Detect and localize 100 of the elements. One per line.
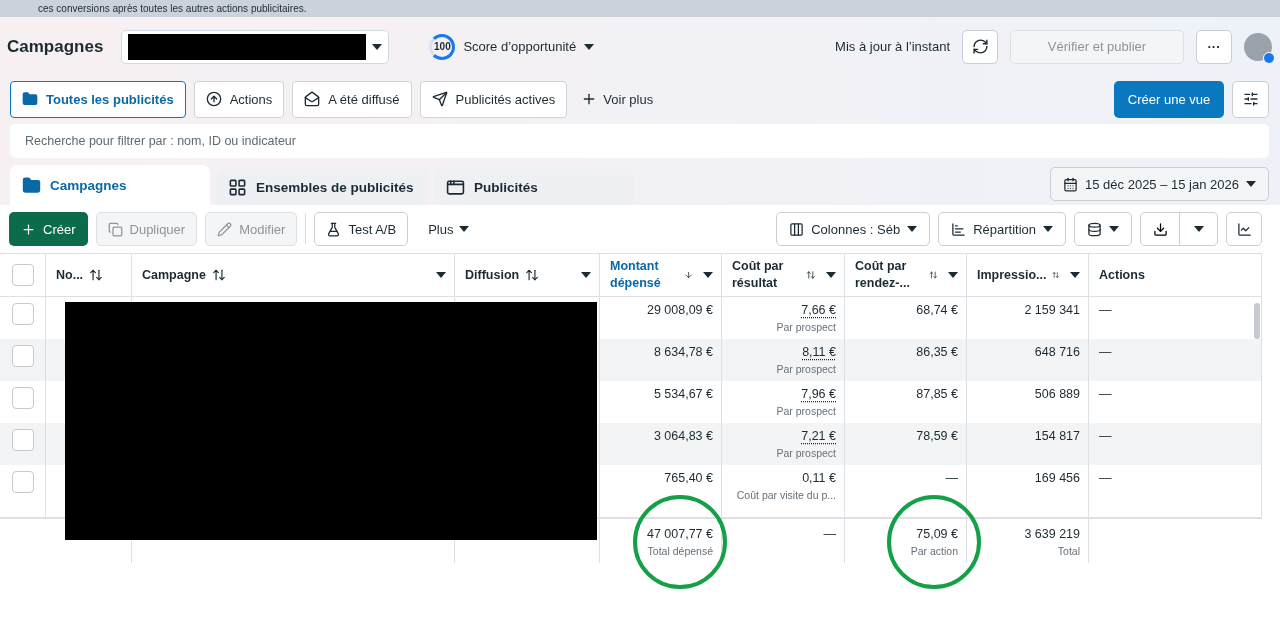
caret-icon <box>907 226 918 232</box>
cell-note: Par prospect <box>776 405 836 417</box>
opportunity-score-button[interactable]: 100 Score d’opportunité <box>423 32 601 61</box>
update-status: Mis à jour à l’instant <box>835 39 950 54</box>
date-range-button[interactable]: 15 déc 2025 – 15 jan 2026 <box>1050 167 1269 201</box>
sort-icon <box>211 268 226 282</box>
sort-icon <box>929 268 938 282</box>
total-cell: 75,09 € <box>916 527 958 541</box>
sort-icon <box>525 268 540 282</box>
table-cell: — <box>945 471 958 485</box>
table-cell: 8 634,78 € <box>653 345 713 359</box>
chart-button[interactable] <box>1226 212 1262 246</box>
toolbar-button[interactable]: Créer <box>9 212 88 246</box>
network-badge-icon <box>1263 51 1275 64</box>
score-ring: 100 <box>429 33 456 60</box>
table-cell: 169 456 <box>1034 471 1080 485</box>
caret-icon <box>1246 181 1256 187</box>
filter-chip[interactable]: A été diffusé <box>292 80 412 118</box>
create-view-button[interactable]: Créer une vue <box>1114 80 1224 118</box>
filter-chip[interactable]: Actions <box>193 80 285 118</box>
filter-chip[interactable]: Toutes les publicités <box>10 80 186 118</box>
column-header[interactable]: Coût par résultat <box>722 253 845 297</box>
paper-plane-icon <box>431 91 448 107</box>
columns-button[interactable]: Colonnes : Séb <box>776 212 931 246</box>
total-cell: — <box>823 527 836 541</box>
account-select[interactable] <box>121 29 390 64</box>
export-menu-button[interactable] <box>1179 213 1217 245</box>
checkbox[interactable] <box>11 264 34 286</box>
caret-icon <box>826 272 836 278</box>
total-cell: 3 639 219 <box>1024 527 1080 541</box>
column-header[interactable]: Actions <box>1089 253 1262 297</box>
row-checkbox[interactable] <box>11 429 34 451</box>
table-cell: 0,11 € <box>802 471 836 485</box>
table-cell: 7,96 € <box>801 387 836 401</box>
cell-note: Par prospect <box>776 321 836 333</box>
caret-icon <box>372 43 383 50</box>
table-cell: 2 159 341 <box>1024 303 1080 317</box>
table-cell: 7,66 € <box>801 303 836 317</box>
caret-icon <box>581 272 591 278</box>
columns-icon <box>789 221 805 237</box>
cell-note: Total dépensé <box>647 545 713 557</box>
cell-note: Par prospect <box>776 363 836 375</box>
filter-chip[interactable]: Publicités actives <box>419 80 568 118</box>
caret-icon <box>703 272 713 278</box>
plus-icon <box>21 221 36 237</box>
bars-icon <box>951 221 967 237</box>
table-cell: 648 716 <box>1034 345 1080 359</box>
row-checkbox[interactable] <box>11 471 34 493</box>
column-header[interactable]: Diffusion <box>455 253 600 297</box>
level-tab[interactable]: Ensembles de publicités <box>216 169 428 205</box>
table-cell: — <box>1099 429 1112 443</box>
cell-note: Coût par visite du p... <box>736 489 836 501</box>
avatar[interactable] <box>1244 32 1272 61</box>
column-header[interactable]: Coût par rendez-... <box>845 253 967 297</box>
row-checkbox[interactable] <box>11 345 34 367</box>
table-cell: 154 817 <box>1034 429 1080 443</box>
table-cell: 68,74 € <box>916 303 958 317</box>
table-cell: 3 064,83 € <box>653 429 713 443</box>
table-cell: — <box>1099 345 1112 359</box>
download-icon <box>1152 221 1168 237</box>
total-cell: 47 007,77 € <box>646 527 713 541</box>
scrollbar[interactable] <box>1254 303 1260 339</box>
level-tab[interactable]: Campagnes <box>10 165 210 205</box>
see-more-button[interactable]: Voir plus <box>575 90 660 108</box>
more-button[interactable]: ··· <box>1196 29 1232 64</box>
table-cell: — <box>1099 471 1112 485</box>
table-cell: 86,35 € <box>916 345 958 359</box>
caret-icon <box>1193 226 1204 232</box>
table-cell: 29 008,09 € <box>646 303 713 317</box>
breakdown-button[interactable]: Répartition <box>938 212 1066 246</box>
cell-note: Par prospect <box>776 447 836 459</box>
refresh-icon <box>971 38 989 55</box>
column-header[interactable]: No... <box>46 253 132 297</box>
row-checkbox[interactable] <box>11 303 34 325</box>
level-tab[interactable]: Publicités <box>434 169 634 205</box>
reports-button[interactable] <box>1074 212 1132 246</box>
column-header[interactable]: Impressio... <box>967 253 1089 297</box>
sort-icon <box>806 268 816 282</box>
calendar-icon <box>1063 176 1079 192</box>
caret-icon <box>1070 272 1080 278</box>
envelope-icon <box>304 91 321 107</box>
copy-icon <box>107 221 123 237</box>
row-checkbox[interactable] <box>11 387 34 409</box>
line-chart-icon <box>1236 221 1252 237</box>
column-header[interactable]: Campagne <box>132 253 455 297</box>
caret-icon <box>1109 226 1119 232</box>
column-header[interactable]: Montant dépensé <box>600 253 722 297</box>
cell-note: Total <box>1057 545 1080 557</box>
export-split-button[interactable] <box>1140 212 1218 246</box>
caret-icon <box>459 226 470 232</box>
search-field[interactable]: Recherche pour filtrer par : nom, ID ou indicateur <box>10 124 1269 158</box>
more-menu-button[interactable]: Plus <box>422 220 476 238</box>
caret-icon <box>436 272 446 278</box>
table-cell: 506 889 <box>1034 387 1080 401</box>
page-title: Campagnes <box>7 36 104 57</box>
toolbar-button[interactable]: Test A/B <box>314 212 409 246</box>
table-cell: 765,40 € <box>664 471 713 485</box>
folder-icon <box>22 175 41 195</box>
filter-settings-button[interactable] <box>1232 80 1269 118</box>
refresh-button[interactable] <box>962 29 998 64</box>
